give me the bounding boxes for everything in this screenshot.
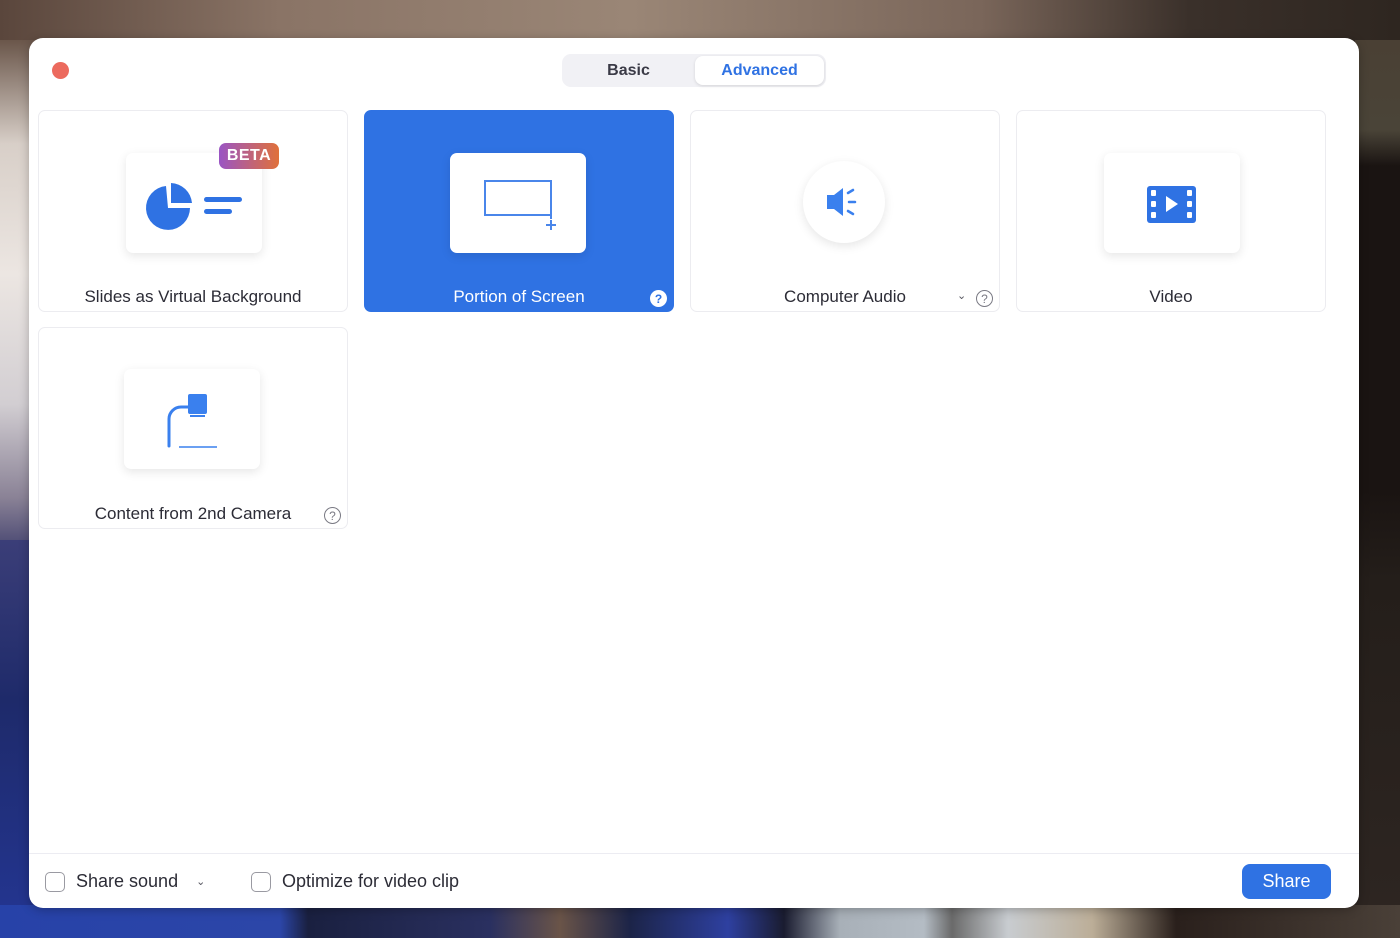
- tab-advanced[interactable]: Advanced: [695, 56, 824, 85]
- background-right: [1355, 40, 1400, 938]
- optimize-video-option[interactable]: Optimize for video clip: [251, 871, 459, 892]
- video-tile: [1104, 153, 1240, 253]
- document-camera-icon: [167, 394, 217, 448]
- chevron-down-icon[interactable]: ⌄: [957, 289, 966, 302]
- option-label: Video: [1149, 287, 1193, 306]
- chevron-down-icon[interactable]: ⌄: [196, 875, 205, 888]
- share-button[interactable]: Share: [1242, 864, 1331, 899]
- option-slides-virtual-background[interactable]: BETA Slides as Virtual Background: [38, 110, 348, 312]
- speaker-icon: [827, 188, 857, 216]
- option-video[interactable]: Video: [1016, 110, 1326, 312]
- optimize-video-label: Optimize for video clip: [282, 871, 460, 891]
- video-film-icon: [1147, 186, 1196, 223]
- dialog-footer: Share sound ⌄ Optimize for video clip Sh…: [29, 853, 1359, 909]
- help-icon[interactable]: ?: [650, 290, 667, 307]
- beta-badge: BETA: [219, 143, 279, 169]
- optimize-video-checkbox[interactable]: [251, 871, 271, 892]
- option-label: Content from 2nd Camera: [94, 504, 292, 523]
- share-sound-option[interactable]: Share sound ⌄: [45, 871, 205, 892]
- close-button[interactable]: [52, 62, 69, 79]
- share-sound-checkbox[interactable]: [45, 871, 65, 892]
- option-label: Portion of Screen: [453, 287, 585, 306]
- camera-tile: [124, 369, 260, 469]
- screen-portion-icon: [484, 180, 556, 230]
- portion-screen-tile: [450, 153, 586, 253]
- share-screen-dialog: Basic Advanced BETA Slides as Virtual Ba…: [29, 38, 1359, 908]
- mode-tabs: Basic Advanced: [562, 54, 826, 87]
- tab-basic[interactable]: Basic: [564, 56, 693, 85]
- background-bottom: [0, 905, 1400, 938]
- option-content-2nd-camera[interactable]: Content from 2nd Camera ?: [38, 327, 348, 529]
- share-sound-label: Share sound: [76, 871, 179, 891]
- option-label: Slides as Virtual Background: [84, 287, 302, 306]
- option-label: Computer Audio: [784, 287, 906, 306]
- option-portion-of-screen[interactable]: Portion of Screen ?: [364, 110, 674, 312]
- help-icon[interactable]: ?: [976, 290, 993, 307]
- help-icon[interactable]: ?: [324, 507, 341, 524]
- option-computer-audio[interactable]: Computer Audio ⌄ ?: [690, 110, 1000, 312]
- audio-tile: [803, 161, 885, 243]
